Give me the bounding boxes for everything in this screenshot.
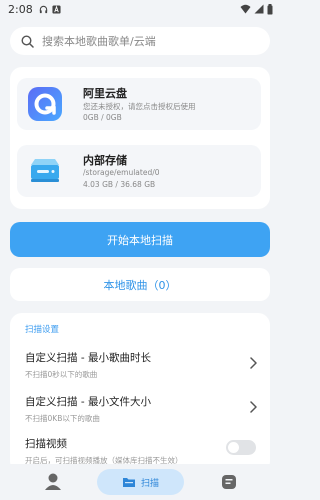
scan-video-title: 扫描视频 bbox=[25, 438, 67, 450]
battery-icon bbox=[267, 3, 273, 14]
internal-storage-title: 内部存储 bbox=[83, 154, 127, 167]
nav-scan[interactable]: 扫描 bbox=[97, 469, 184, 495]
scan-folder-icon bbox=[122, 477, 135, 487]
aliyun-drive-title: 阿里云盘 bbox=[83, 87, 127, 100]
nav-scan-label: 扫描 bbox=[140, 478, 159, 489]
internal-storage-usage: 4.03 GB / 36.68 GB bbox=[83, 180, 156, 189]
aliyun-drive-item[interactable]: 阿里云盘 您还未授权，请您点击授权后使用 0GB / 0GB bbox=[17, 78, 261, 130]
start-local-scan-button[interactable]: 开始本地扫描 bbox=[10, 222, 270, 257]
internal-storage-path: /storage/emulated/0 bbox=[83, 168, 160, 177]
status-right-icons bbox=[240, 3, 273, 15]
scan-video-toggle[interactable] bbox=[226, 440, 256, 455]
min-duration-setting[interactable]: 自定义扫描 - 最小歌曲时长 不扫描0秒以下的歌曲 bbox=[10, 350, 270, 390]
status-time: 2:08 bbox=[8, 2, 33, 16]
user-icon bbox=[45, 473, 61, 490]
nav-profile[interactable] bbox=[40, 469, 66, 495]
aliyun-drive-subtitle: 您还未授权，请您点击授权后使用 bbox=[83, 102, 196, 111]
bottom-nav: 扫描 bbox=[0, 464, 281, 500]
search-bar[interactable]: 搜索本地歌曲歌单/云端 bbox=[10, 27, 270, 55]
headphones-icon bbox=[39, 5, 47, 13]
message-icon bbox=[222, 475, 236, 489]
hard-drive-icon bbox=[31, 159, 59, 182]
min-filesize-desc: 不扫描0KB以下的歌曲 bbox=[25, 414, 100, 423]
local-songs-button[interactable]: 本地歌曲（0） bbox=[10, 268, 270, 301]
toggle-knob bbox=[228, 442, 239, 453]
nav-messages[interactable] bbox=[216, 469, 242, 495]
wifi-icon bbox=[240, 4, 251, 14]
signal-icon bbox=[254, 4, 264, 14]
min-filesize-setting[interactable]: 自定义扫描 - 最小文件大小 不扫描0KB以下的歌曲 bbox=[10, 394, 270, 434]
storage-card: 阿里云盘 您还未授权，请您点击授权后使用 0GB / 0GB 内部存储 /sto… bbox=[10, 67, 270, 209]
notification-a-icon bbox=[52, 4, 61, 14]
aliyun-drive-usage: 0GB / 0GB bbox=[83, 113, 122, 122]
scan-settings-header: 扫描设置 bbox=[25, 325, 60, 335]
scan-settings-card: 扫描设置 自定义扫描 - 最小歌曲时长 不扫描0秒以下的歌曲 自定义扫描 - 最… bbox=[10, 313, 270, 473]
search-icon bbox=[21, 34, 34, 48]
min-duration-desc: 不扫描0秒以下的歌曲 bbox=[25, 370, 98, 379]
search-placeholder: 搜索本地歌曲歌单/云端 bbox=[42, 35, 156, 48]
chevron-right-icon bbox=[250, 401, 257, 413]
min-duration-title: 自定义扫描 - 最小歌曲时长 bbox=[25, 352, 151, 364]
aliyun-drive-icon bbox=[28, 87, 62, 121]
status-bar: 2:08 bbox=[0, 0, 281, 18]
internal-storage-item[interactable]: 内部存储 /storage/emulated/0 4.03 GB / 36.68… bbox=[17, 145, 261, 197]
min-filesize-title: 自定义扫描 - 最小文件大小 bbox=[25, 396, 151, 408]
chevron-right-icon bbox=[250, 357, 257, 369]
